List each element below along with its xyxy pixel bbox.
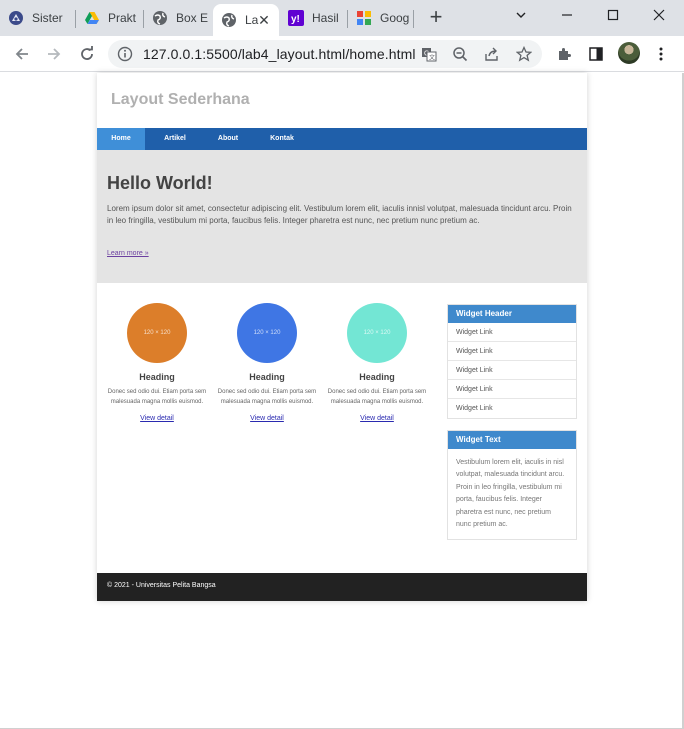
footer-copyright: © 2021 - Universitas Pelita Bangsa [107,582,216,589]
hero-text: Lorem ipsum dolor sit amet, consectetur … [107,204,572,225]
yahoo-icon: y! [288,10,304,26]
browser-toolbar: 127.0.0.1:5500/lab4_layout.html/home.htm… [0,36,684,72]
new-tab-icon[interactable]: + [425,6,447,28]
svg-text:文: 文 [429,54,435,62]
hero-heading: Hello World! [107,173,213,193]
share-icon[interactable] [483,45,501,63]
feature-card-3: 120 × 120 Heading Donec sed odio dui. Et… [327,303,427,425]
browser-tab-6[interactable]: Goog [356,0,414,36]
svg-text:y!: y! [291,14,300,25]
tab-title: Goog [380,11,410,25]
reload-icon[interactable] [75,42,99,66]
feature-card-1: 120 × 120 Heading Donec sed odio dui. Et… [107,303,207,425]
university-logo-icon [8,10,24,26]
card-heading: Heading [139,372,175,382]
site-title: Layout Sederhana [111,91,250,108]
tab-search-chevron-icon[interactable] [498,0,544,30]
zoom-out-icon[interactable] [451,45,469,63]
nav-item-about[interactable]: About [207,128,249,150]
browser-tab-5[interactable]: y! Hasil [288,0,348,36]
image-placeholder: 120 × 120 [237,303,297,363]
profile-avatar[interactable] [618,42,640,64]
card-text: Donec sed odio dui. Etiam porta sem male… [107,389,207,405]
card-text: Donec sed odio dui. Etiam porta sem male… [217,389,317,405]
tab-title: Sister [32,11,63,25]
widget-link[interactable]: Widget Link [448,361,576,380]
side-panel-icon[interactable] [585,43,607,65]
widget-text-header: Widget Text [448,431,576,449]
main-navigation: Home Artikel About Kontak [97,128,587,150]
card-text: Donec sed odio dui. Etiam porta sem male… [327,389,427,405]
page-viewport: Layout Sederhana Home Artikel About Kont… [0,73,684,729]
browser-tab-1[interactable]: Sister [8,0,76,36]
maximize-icon[interactable] [590,0,636,30]
site-header: Layout Sederhana [97,73,587,128]
translate-icon[interactable]: G文 [420,45,438,63]
widget-link[interactable]: Widget Link [448,323,576,342]
minimize-icon[interactable] [544,0,590,30]
globe-icon [221,12,237,28]
widget-link[interactable]: Widget Link [448,399,576,418]
tab-title: Box E [176,11,209,25]
browser-tab-2[interactable]: Prakt [84,0,144,36]
forward-arrow-icon[interactable] [42,42,66,66]
learn-more-link[interactable]: Learn more » [107,250,149,257]
page-container: Layout Sederhana Home Artikel About Kont… [97,73,587,601]
nav-item-kontak[interactable]: Kontak [259,128,305,150]
globe-icon [152,10,168,26]
back-arrow-icon[interactable] [10,42,34,66]
browser-tab-3[interactable]: Box E [152,0,212,36]
card-heading: Heading [249,372,285,382]
widget-links: Widget Header Widget Link Widget Link Wi… [447,304,577,419]
more-menu-icon[interactable] [650,43,672,65]
widget-text: Widget Text Vestibulum lorem elit, iacul… [447,430,577,541]
browser-tab-strip: Sister Prakt Box E La ✕ y! Hasil Goog + [0,0,684,36]
site-info-icon[interactable] [117,46,133,62]
card-heading: Heading [359,372,395,382]
view-detail-link[interactable]: View detail [140,415,174,422]
bookmark-star-icon[interactable] [515,45,533,63]
feature-card-2: 120 × 120 Heading Donec sed odio dui. Et… [217,303,317,425]
view-detail-link[interactable]: View detail [360,415,394,422]
google-apps-icon [356,10,372,26]
google-drive-icon [84,10,100,26]
nav-item-artikel[interactable]: Artikel [152,128,198,150]
tab-title: Hasil [312,11,339,25]
close-window-icon[interactable] [636,0,682,30]
close-tab-icon[interactable]: ✕ [255,11,273,29]
widget-text-body: Vestibulum lorem elit, iaculis in nisl v… [456,459,565,529]
url-text: 127.0.0.1:5500/lab4_layout.html/home.htm… [143,46,416,62]
image-placeholder: 120 × 120 [347,303,407,363]
address-bar[interactable]: 127.0.0.1:5500/lab4_layout.html/home.htm… [108,40,542,68]
hero-section: Hello World! Lorem ipsum dolor sit amet,… [97,150,587,283]
widget-link[interactable]: Widget Link [448,342,576,361]
widget-link[interactable]: Widget Link [448,380,576,399]
widget-header: Widget Header [448,305,576,323]
tab-title: Prakt [108,11,137,25]
site-footer: © 2021 - Universitas Pelita Bangsa [97,573,587,601]
extensions-puzzle-icon[interactable] [553,43,575,65]
view-detail-link[interactable]: View detail [250,415,284,422]
image-placeholder: 120 × 120 [127,303,187,363]
browser-tab-active[interactable]: La ✕ [213,4,279,36]
nav-item-home[interactable]: Home [97,128,145,150]
